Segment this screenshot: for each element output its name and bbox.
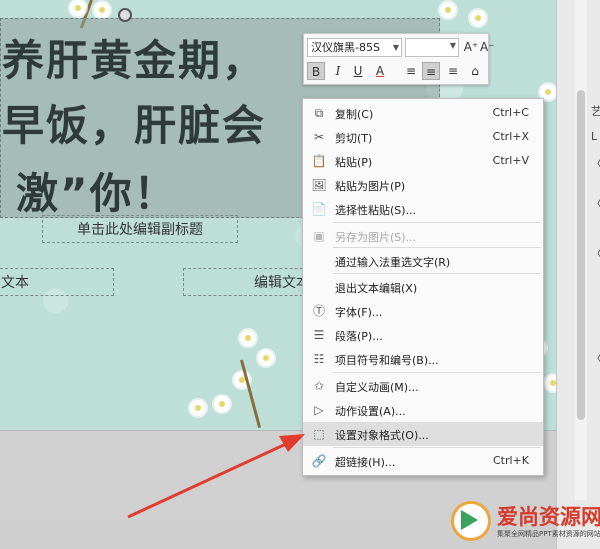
menu-item-paragraph[interactable]: ☰ 段落(P)... <box>303 323 543 347</box>
image-icon: ▣ <box>313 229 325 243</box>
title-line-2: 早饭，肝脏会 <box>2 101 267 150</box>
menu-item-shortcut: Ctrl+K <box>492 454 529 467</box>
paste-icon: 📋 <box>311 154 327 168</box>
link-icon: 🔗 <box>311 454 327 468</box>
flower-decoration <box>545 375 556 391</box>
bold-icon[interactable]: B <box>307 62 325 80</box>
sidebar-tab[interactable]: L <box>591 130 597 143</box>
mini-format-toolbar: 汉仪旗黑-85S ▼ ▼ A⁺ A⁻ B I U A ≡ ≡ ≡ ⌂ <box>303 33 495 85</box>
play-triangle-icon <box>461 510 478 530</box>
menu-item-label: 段落(P)... <box>335 330 383 343</box>
paste-as-image-icon: 🖼 <box>311 178 327 192</box>
menu-item-label: 粘贴(P) <box>335 156 373 169</box>
increase-font-icon[interactable]: A⁺ <box>462 38 480 56</box>
menu-item-paste-special[interactable]: 📄 选择性粘贴(S)... <box>303 197 543 221</box>
decrease-font-icon[interactable]: A⁻ <box>480 38 495 56</box>
italic-icon[interactable]: I <box>329 62 347 80</box>
font-name-select[interactable]: 汉仪旗黑-85S ▼ <box>307 38 402 57</box>
menu-item-action-settings[interactable]: ▷ 动作设置(A)... <box>303 398 543 422</box>
align-left-icon[interactable]: ≡ <box>402 62 420 80</box>
font-color-icon[interactable]: A <box>371 62 389 80</box>
menu-item-copy[interactable]: ⧉ 复制(C) Ctrl+C <box>303 101 543 125</box>
flower-decoration <box>70 0 86 16</box>
sidebar-tab[interactable]: 〈 <box>591 195 600 211</box>
menu-item-save-as-image: ▣ 另存为图片(S)... <box>303 224 543 248</box>
paragraph-icon: ☰ <box>313 328 325 342</box>
sidebar-tab[interactable]: 〈 <box>591 350 600 366</box>
menu-item-paste-as-image[interactable]: 🖼 粘贴为图片(P) <box>303 173 543 197</box>
align-right-icon[interactable]: ≡ <box>444 62 462 80</box>
font-size-select[interactable]: ▼ <box>405 38 459 57</box>
menu-item-label: 自定义动画(M)... <box>335 381 419 394</box>
text-placeholder-left[interactable]: 文本 <box>0 268 114 296</box>
menu-item-cut[interactable]: ✂ 剪切(T) Ctrl+X <box>303 125 543 149</box>
menu-item-shortcut: Ctrl+V <box>492 154 529 167</box>
rotate-handle[interactable] <box>118 8 132 22</box>
flower-decoration <box>240 330 256 346</box>
menu-item-label: 剪切(T) <box>335 132 373 145</box>
menu-item-label: 设置对象格式(O)... <box>335 429 429 442</box>
menu-item-bullets-numbering[interactable]: ☷ 项目符号和编号(B)... <box>303 347 543 371</box>
right-sidebar <box>556 0 600 549</box>
menu-separator <box>333 372 541 373</box>
watermark-subtitle: 集聚全网精品PPT素材资源的网站 <box>497 530 600 538</box>
menu-item-label: 项目符号和编号(B)... <box>335 354 439 367</box>
format-painter-icon[interactable]: ⌂ <box>466 62 484 80</box>
app-root: 养肝黄金期， 早饭，肝脏会 激”你！ 单击此处编辑副标题 文本 编辑文本 艺 L… <box>0 0 600 549</box>
scissors-icon: ✂ <box>313 130 325 144</box>
menu-item-paste[interactable]: 📋 粘贴(P) Ctrl+V <box>303 149 543 173</box>
paste-special-icon: 📄 <box>311 202 327 216</box>
flower-decoration <box>190 400 206 416</box>
menu-item-exit-text-edit[interactable]: 退出文本编辑(X) <box>303 275 543 299</box>
menu-item-label: 粘贴为图片(P) <box>335 180 406 193</box>
menu-item-hyperlink[interactable]: 🔗 超链接(H)... Ctrl+K <box>303 449 543 473</box>
sidebar-tab[interactable]: 〈 <box>591 245 600 261</box>
flower-decoration <box>258 350 274 366</box>
title-line-3: 激”你！ <box>16 169 178 218</box>
align-center-icon[interactable]: ≡ <box>422 62 440 80</box>
menu-separator <box>333 447 541 448</box>
font-name-value: 汉仪旗黑-85S <box>311 41 380 54</box>
scrollbar-thumb[interactable] <box>577 90 585 420</box>
flower-decoration <box>94 2 110 18</box>
menu-item-label: 选择性粘贴(S)... <box>335 204 417 217</box>
menu-item-label: 通过输入法重选文字(R) <box>335 256 451 269</box>
subtitle-placeholder[interactable]: 单击此处编辑副标题 <box>42 215 238 243</box>
menu-item-shortcut: Ctrl+X <box>492 130 529 143</box>
branch-decoration <box>240 359 262 429</box>
play-icon: ▷ <box>314 403 324 417</box>
menu-item-shortcut: Ctrl+C <box>492 106 529 119</box>
chevron-down-icon: ▼ <box>392 43 399 52</box>
chevron-down-icon: ▼ <box>449 41 456 50</box>
font-icon: Ⓣ <box>312 304 325 318</box>
menu-item-ime-reselect[interactable]: 通过输入法重选文字(R) <box>303 249 543 273</box>
menu-item-label: 超链接(H)... <box>335 456 396 469</box>
menu-item-format-object[interactable]: ⬚ 设置对象格式(O)... <box>303 422 543 446</box>
title-line-1: 养肝黄金期， <box>2 36 267 85</box>
menu-separator <box>333 222 541 223</box>
menu-separator <box>333 247 541 248</box>
underline-icon[interactable]: U <box>349 62 367 80</box>
menu-item-font[interactable]: Ⓣ 字体(F)... <box>303 299 543 323</box>
format-object-icon: ⬚ <box>313 427 325 441</box>
sidebar-tab[interactable]: 〈 <box>591 155 600 171</box>
list-icon: ☷ <box>313 352 325 366</box>
menu-item-label: 字体(F)... <box>335 306 383 319</box>
menu-item-label: 退出文本编辑(X) <box>335 282 418 295</box>
context-menu: ⧉ 复制(C) Ctrl+C ✂ 剪切(T) Ctrl+X 📋 粘贴(P) Ct… <box>302 98 544 476</box>
watermark: 爱尚资源网 集聚全网精品PPT素材资源的网站 <box>447 497 600 549</box>
menu-item-label: 另存为图片(S)... <box>335 231 417 244</box>
watermark-title: 爱尚资源网 <box>497 504 600 529</box>
flower-decoration <box>470 10 486 26</box>
copy-icon: ⧉ <box>314 106 324 120</box>
star-animation-icon: ✩ <box>313 379 325 393</box>
menu-item-custom-animation[interactable]: ✩ 自定义动画(M)... <box>303 374 543 398</box>
flower-decoration <box>214 396 230 412</box>
flower-decoration <box>440 2 456 18</box>
menu-item-label: 复制(C) <box>335 108 374 121</box>
menu-separator <box>333 273 541 274</box>
menu-item-label: 动作设置(A)... <box>335 405 406 418</box>
sidebar-tab[interactable]: 艺 <box>591 103 600 119</box>
